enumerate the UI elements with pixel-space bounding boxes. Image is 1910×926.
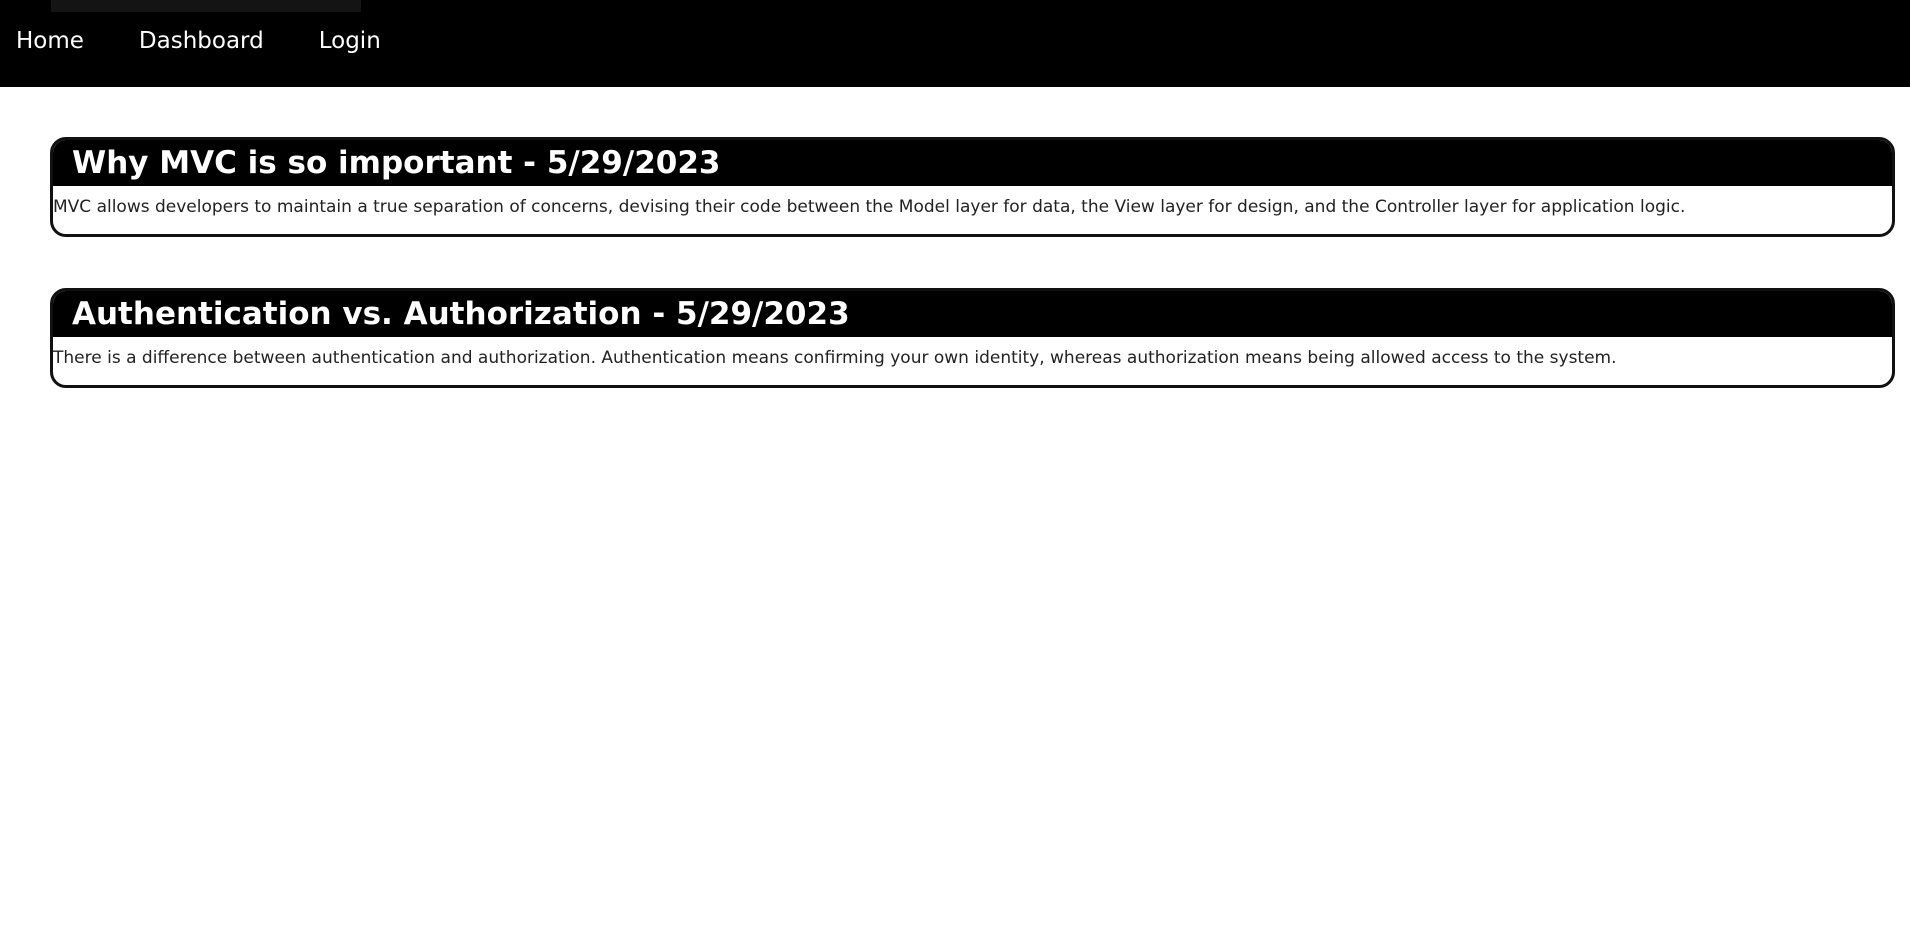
post-body: There is a difference between authentica…	[53, 348, 1617, 368]
post-header: Authentication vs. Authorization - 5/29/…	[53, 291, 1892, 337]
nav-links: Home Dashboard Login	[16, 24, 436, 58]
post-card: Authentication vs. Authorization - 5/29/…	[50, 288, 1895, 388]
top-navbar: Home Dashboard Login	[0, 0, 1910, 87]
post-card: Why MVC is so important - 5/29/2023 MVC …	[50, 137, 1895, 237]
post-title: Authentication vs. Authorization - 5/29/…	[72, 296, 850, 332]
post-list: Why MVC is so important - 5/29/2023 MVC …	[50, 137, 1895, 439]
nav-link-dashboard[interactable]: Dashboard	[139, 24, 264, 58]
post-header: Why MVC is so important - 5/29/2023	[53, 140, 1892, 186]
post-body: MVC allows developers to maintain a true…	[53, 197, 1686, 217]
post-title: Why MVC is so important - 5/29/2023	[72, 145, 721, 181]
navbar-accent-bar	[51, 0, 361, 12]
nav-link-login[interactable]: Login	[319, 24, 381, 58]
nav-link-home[interactable]: Home	[16, 24, 84, 58]
